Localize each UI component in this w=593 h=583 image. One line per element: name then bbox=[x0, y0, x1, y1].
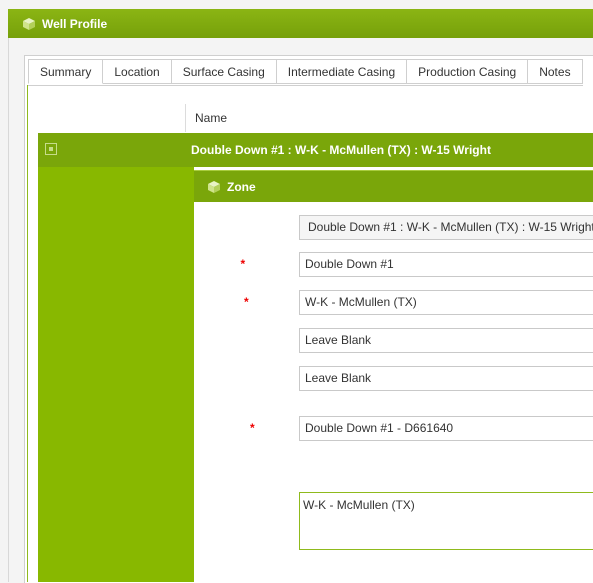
field-select[interactable]: W-K - McMullen (TX) bbox=[299, 290, 593, 315]
field-label-text: Field: bbox=[209, 295, 241, 309]
formation-select[interactable]: Leave Blank bbox=[299, 328, 593, 353]
required-marker: * bbox=[244, 295, 249, 309]
row-detail-gutter bbox=[38, 167, 194, 582]
required-marker: * bbox=[240, 257, 246, 271]
reservoir-select[interactable]: Leave Blank bbox=[299, 366, 593, 391]
lease-select[interactable]: Double Down #1 - D661640 bbox=[299, 416, 593, 441]
cube-icon bbox=[208, 180, 220, 193]
tab-bar: Summary Location Surface Casing Intermed… bbox=[28, 59, 583, 86]
required-marker: * bbox=[250, 421, 255, 435]
tmp-field-textarea[interactable]: W-K - McMullen (TX) bbox=[299, 492, 593, 550]
tmp-field-label: Tmp Field: bbox=[209, 514, 270, 528]
lease-no-value: D661640 bbox=[300, 565, 349, 579]
tab-intermediate-casing[interactable]: Intermediate Casing bbox=[276, 59, 408, 84]
field-label: Field: * bbox=[209, 295, 249, 309]
tab-notes[interactable]: Notes bbox=[528, 59, 583, 84]
table-row[interactable]: Double Down #1 : W-K - McMullen (TX) : W… bbox=[38, 133, 593, 167]
well-label: Well: * bbox=[209, 257, 245, 271]
tab-surface-casing[interactable]: Surface Casing bbox=[171, 59, 277, 84]
lease-label-text: Lease: bbox=[209, 421, 248, 435]
cube-icon bbox=[23, 17, 35, 30]
lease-no-label: Lease No.: bbox=[209, 565, 270, 579]
tab-production-casing[interactable]: Production Casing bbox=[407, 59, 529, 84]
formation-label: Formation: bbox=[209, 334, 272, 348]
window-title: Well Profile bbox=[42, 16, 108, 31]
column-header-name[interactable]: Name bbox=[185, 104, 593, 132]
name-field[interactable]: Double Down #1 : W-K - McMullen (TX) : W… bbox=[299, 215, 593, 240]
collapse-icon[interactable] bbox=[45, 143, 57, 155]
zone-title: Zone bbox=[227, 179, 256, 194]
lease-label: Lease: * bbox=[209, 421, 255, 435]
zone-header: Zone bbox=[194, 170, 593, 202]
tab-location[interactable]: Location bbox=[103, 59, 172, 84]
window-title-bar: Well Profile bbox=[8, 9, 593, 38]
well-field[interactable]: Double Down #1 bbox=[299, 252, 593, 277]
well-label-text: Well: bbox=[209, 257, 238, 271]
name-label: Name: bbox=[209, 220, 246, 234]
row-title: Double Down #1 : W-K - McMullen (TX) : W… bbox=[191, 143, 491, 157]
reservoir-label: Reservoir: bbox=[209, 372, 269, 386]
content-border bbox=[27, 85, 28, 582]
tab-summary[interactable]: Summary bbox=[28, 59, 104, 84]
